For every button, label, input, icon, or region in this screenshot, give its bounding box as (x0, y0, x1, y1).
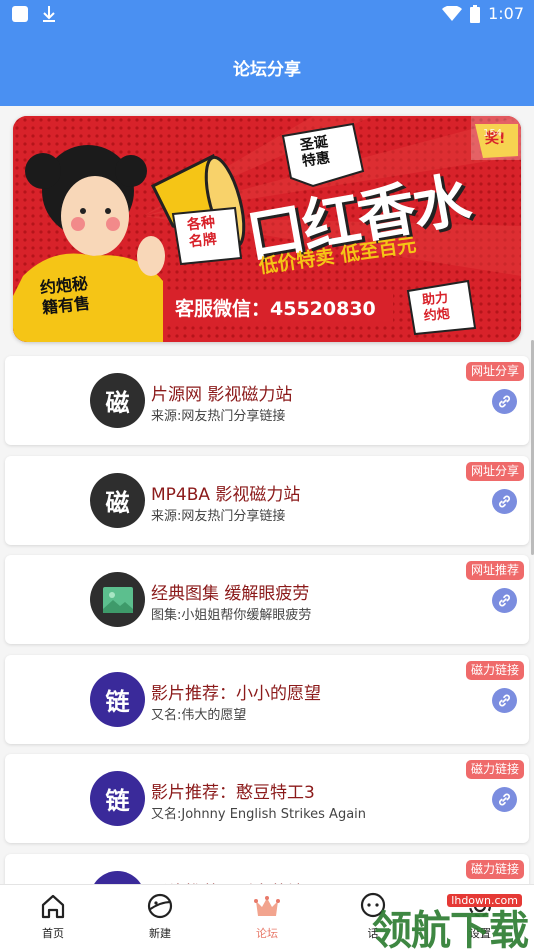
list-item[interactable]: 磁 MP4BA 影视磁力站 来源:网友热门分享链接 网址分享 (5, 455, 529, 545)
post-subtitle: 来源:网友热门分享链接 (151, 508, 286, 524)
post-subtitle: 又名:Johnny English Strikes Again (151, 807, 367, 822)
nav-forum[interactable]: 论坛 (232, 891, 302, 941)
link-icon (499, 395, 510, 408)
banner-contact: 客服微信：45520830 (175, 298, 376, 320)
status-bar: 1:07 (0, 0, 534, 30)
image-icon (102, 586, 133, 613)
post-title: 影片推荐：小小的愿望 (151, 683, 321, 704)
list-item[interactable]: 经典图集 缓解眼疲劳 图集:小姐姐帮你缓解眼疲劳 网址推荐 (5, 555, 529, 644)
banner-right-text: 助力 约炮 (421, 290, 451, 325)
home-icon (41, 894, 65, 919)
planet-icon (147, 893, 173, 919)
banner-brand-text: 各种 名牌 (186, 214, 218, 251)
link-icon (499, 793, 510, 806)
nav-new-label: 新建 (149, 927, 171, 940)
crown-icon (254, 896, 280, 916)
post-list: 磁 片源网 影视磁力站 来源:网友热门分享链接 网址分享 磁 MP4BA 影视磁… (5, 356, 529, 949)
post-title: 经典图集 缓解眼疲劳 (151, 584, 310, 604)
wifi-icon (442, 5, 463, 21)
link-button[interactable] (492, 687, 517, 713)
post-title: MP4BA 影视磁力站 (151, 484, 301, 505)
link-button[interactable] (492, 588, 517, 613)
post-tag: 网址分享 (465, 362, 524, 381)
nav-home[interactable]: 首页 (18, 891, 88, 941)
post-avatar (90, 572, 145, 627)
post-avatar: 磁 (90, 472, 145, 528)
nav-forum-label: 论坛 (256, 927, 278, 940)
app-header: 1:07 论坛分享 (0, 0, 534, 106)
post-subtitle: 又名:伟大的愿望 (151, 707, 247, 723)
post-title: 影片推荐：憨豆特工3 (151, 783, 315, 803)
page-title: 论坛分享 (233, 60, 301, 80)
link-button[interactable] (492, 389, 517, 414)
post-subtitle: 来源:网友热门分享链接 (151, 409, 286, 424)
post-title: 片源网 影视磁力站 (151, 385, 293, 405)
link-button[interactable] (492, 488, 517, 514)
post-avatar: 链 (90, 771, 145, 826)
post-avatar: 磁 (90, 373, 145, 428)
status-time: 1:07 (488, 4, 524, 23)
app-notification-icon (12, 6, 28, 22)
link-button[interactable] (492, 787, 517, 812)
list-item[interactable]: 磁 片源网 影视磁力站 来源:网友热门分享链接 网址分享 (5, 356, 529, 445)
promo-banner[interactable]: 圣诞 特惠 各种 名牌 口红香水 低价特卖 低至百元 客服微信：45520830 约… (13, 116, 521, 342)
battery-icon (470, 4, 481, 23)
banner-left-text: 约炮秘 籍有售 (39, 273, 91, 318)
post-tag: 网址分享 (465, 461, 524, 481)
post-subtitle: 图集:小姐姐帮你缓解眼疲劳 (151, 608, 312, 623)
post-tag: 磁力链接 (465, 859, 524, 879)
list-item[interactable]: 链 影片推荐：憨豆特工3 又名:Johnny English Strikes A… (5, 754, 529, 843)
banner-christmas-text: 圣诞 特惠 (298, 134, 332, 170)
nav-new[interactable]: 新建 (125, 891, 195, 941)
post-tag: 磁力链接 (465, 660, 524, 680)
link-icon (499, 594, 510, 607)
link-icon (499, 495, 510, 507)
post-tag: 网址推荐 (465, 561, 524, 580)
banner-counter: 154 (483, 128, 503, 139)
list-item[interactable]: 链 影片推荐：小小的愿望 又名:伟大的愿望 磁力链接 (5, 654, 529, 744)
watermark-text: 领航下载 (372, 908, 529, 949)
screen: 1:07 论坛分享 圣诞 特惠 各种 名牌 口红香水 低价特卖 低至百元 客服微… (0, 0, 534, 949)
nav-home-label: 首页 (42, 927, 64, 940)
watermark: lhdown.com 领航下载 (353, 890, 529, 949)
download-icon (43, 6, 55, 22)
link-icon (499, 694, 510, 706)
post-tag: 磁力链接 (465, 760, 524, 779)
post-avatar: 链 (90, 671, 145, 727)
